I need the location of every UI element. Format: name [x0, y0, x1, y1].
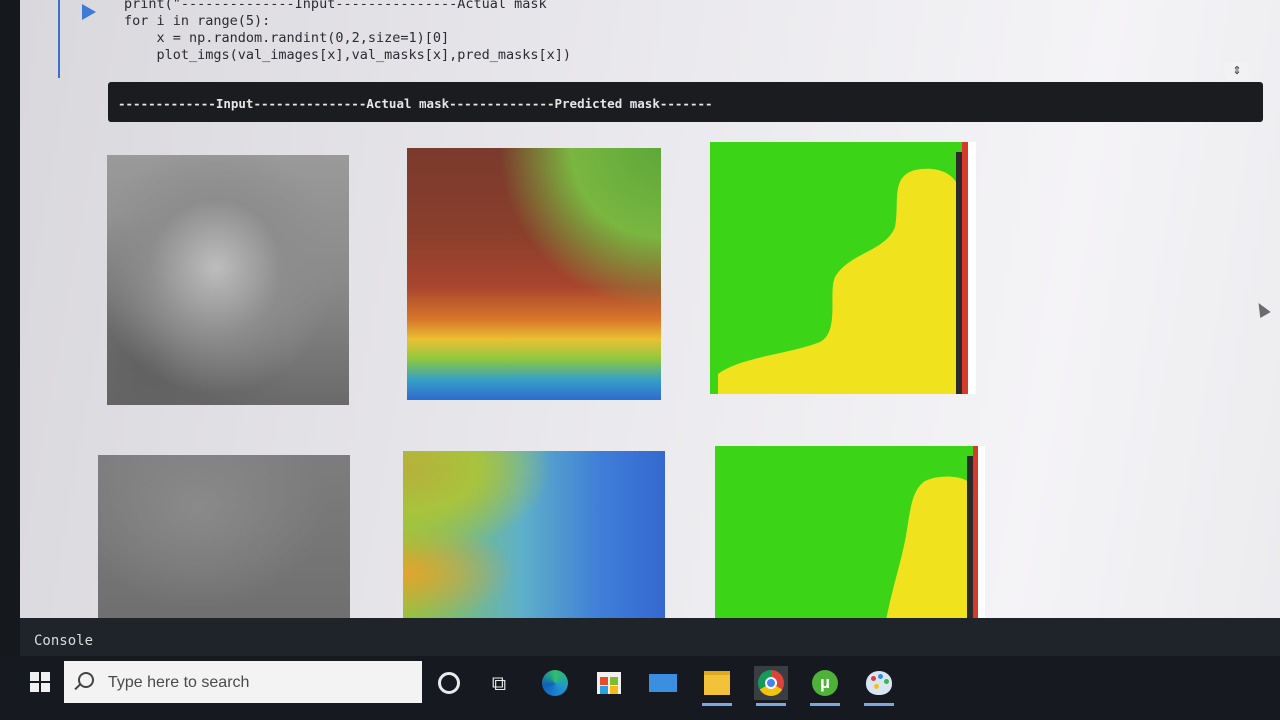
code-block[interactable]: print("--------------Input--------------… [124, 0, 571, 64]
collapse-output-icon[interactable]: ⇕ [1225, 62, 1249, 80]
predicted-mask-image-1 [710, 142, 976, 394]
edge-browser-icon[interactable] [538, 666, 572, 700]
notebook-screen: print("--------------Input--------------… [20, 0, 1280, 618]
console-label: Console [34, 633, 94, 649]
code-line-2: for i in range(5): [124, 13, 271, 29]
taskbar-search-input[interactable] [106, 671, 410, 695]
input-image-1 [107, 155, 349, 405]
utorrent-icon[interactable]: µ [808, 666, 842, 706]
cortana-icon[interactable] [432, 666, 466, 700]
mail-icon[interactable] [646, 666, 680, 700]
paint-icon[interactable] [862, 666, 896, 706]
search-icon [78, 672, 94, 688]
windows-start-icon[interactable] [30, 672, 50, 692]
task-view-icon[interactable]: ⧉ [482, 666, 516, 700]
chrome-icon[interactable] [754, 666, 788, 706]
taskbar-search-box[interactable] [64, 661, 422, 703]
output-header-text: -------------Input---------------Actual … [118, 96, 713, 111]
file-explorer-icon[interactable] [700, 666, 734, 706]
actual-mask-image-2 [403, 451, 665, 618]
run-cell-icon[interactable] [82, 4, 96, 20]
predicted-mask-image-2 [715, 446, 985, 618]
code-line-4: plot_imgs(val_images[x],val_masks[x],pre… [124, 47, 572, 63]
code-line-1: print("--------------Input--------------… [124, 0, 547, 12]
windows-taskbar: ⧉ µ [0, 656, 1280, 720]
mouse-cursor-icon [1253, 299, 1271, 319]
output-header-bar: -------------Input---------------Actual … [108, 82, 1263, 122]
microsoft-store-icon[interactable] [592, 666, 626, 700]
actual-mask-image-1 [407, 148, 661, 400]
console-bar[interactable]: Console [20, 618, 1280, 660]
input-image-2 [98, 455, 350, 618]
code-line-3: x = np.random.randint(0,2,size=1)[0] [124, 30, 450, 46]
